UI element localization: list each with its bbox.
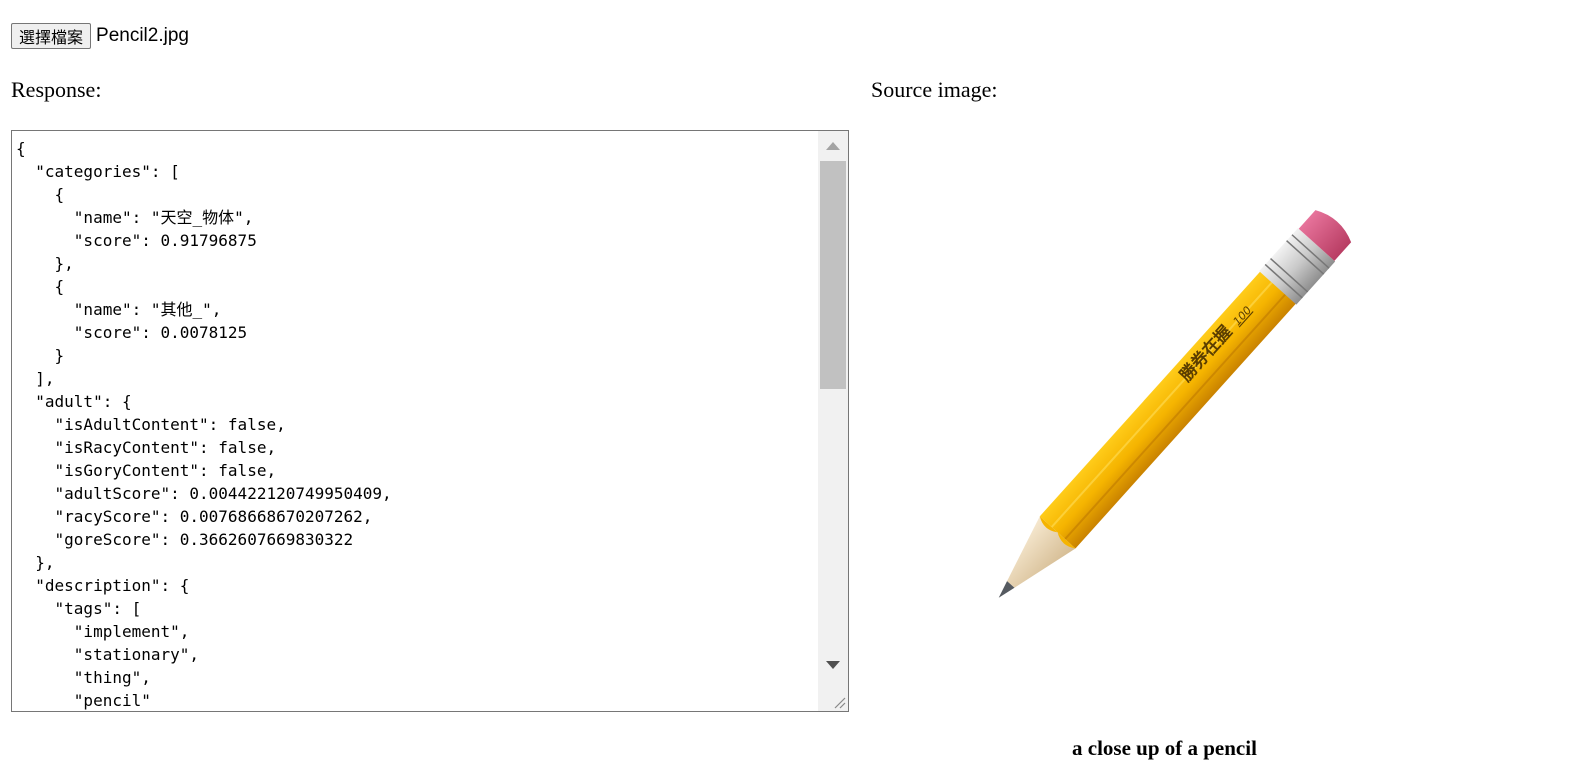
scroll-up-arrow-icon[interactable]	[818, 132, 848, 160]
response-textarea[interactable]: { "categories": [ { "name": "天空_物体", "sc…	[11, 130, 849, 712]
scroll-thumb[interactable]	[820, 161, 846, 389]
vertical-scrollbar[interactable]	[818, 131, 848, 711]
scroll-down-arrow-icon[interactable]	[818, 651, 848, 679]
response-label: Response:	[11, 77, 102, 102]
file-input[interactable]: 選擇檔案 Pencil2.jpg	[11, 22, 189, 49]
resize-handle-icon[interactable]	[818, 681, 848, 711]
image-caption: a close up of a pencil	[1072, 736, 1257, 760]
pencil-image: 勝券在握 100	[998, 210, 1352, 598]
choose-file-button[interactable]: 選擇檔案	[11, 22, 92, 49]
source-image-label: Source image:	[871, 77, 998, 102]
selected-file-name: Pencil2.jpg	[96, 24, 189, 46]
response-json-text[interactable]: { "categories": [ { "name": "天空_物体", "sc…	[16, 137, 814, 711]
